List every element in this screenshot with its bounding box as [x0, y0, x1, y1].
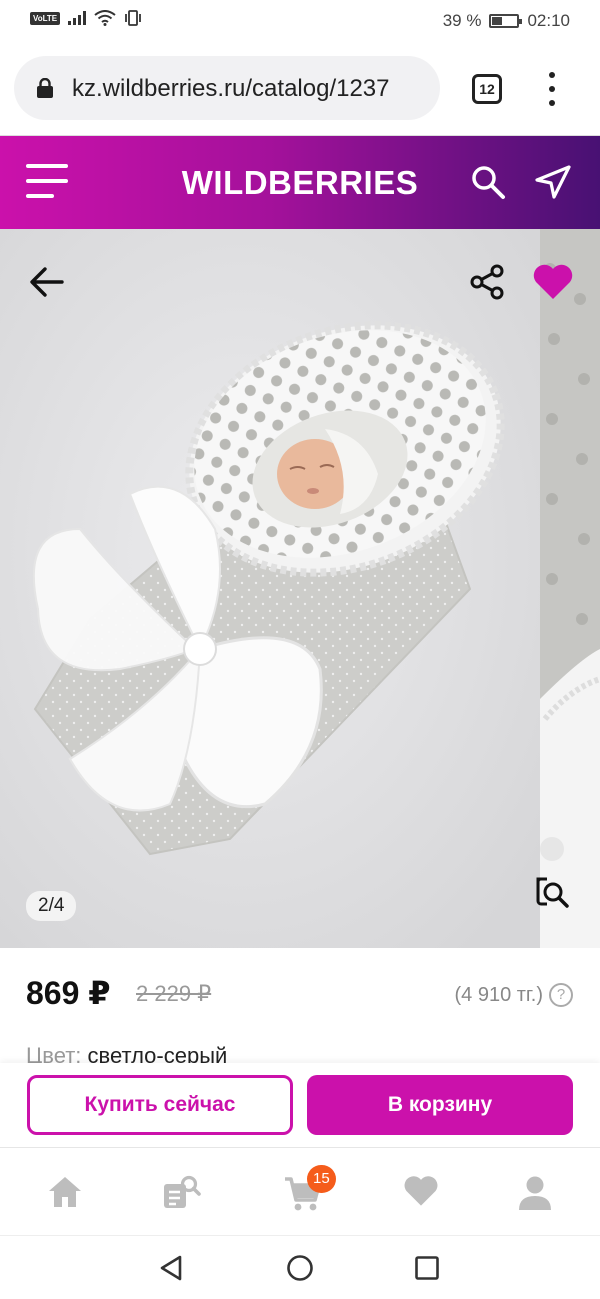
current-price: 869 ₽ — [26, 975, 111, 1011]
battery-level — [492, 17, 503, 25]
status-right: 39 % 02:10 — [443, 11, 570, 31]
site-header: WILDBERRIES — [0, 136, 600, 229]
home-icon[interactable] — [46, 1174, 84, 1210]
product-image-envelope — [0, 229, 540, 948]
next-photo-preview[interactable] — [540, 229, 600, 948]
product-gallery[interactable]: 2/4 — [0, 229, 600, 948]
volte-icon: VoLTE — [30, 11, 61, 25]
old-price: 2 229 ₽ — [136, 981, 212, 1006]
battery-percent: 39 % — [442, 11, 482, 30]
share-icon[interactable] — [468, 263, 506, 301]
url-text: kz.wildberries.ru/catalog/1237 — [72, 75, 390, 102]
status-left: VoLTE — [30, 10, 142, 26]
wifi-icon — [94, 10, 116, 26]
site-logo[interactable]: WILDBERRIES — [0, 164, 600, 202]
address-bar[interactable]: kz.wildberries.ru/catalog/1237 — [14, 56, 440, 120]
buy-now-button[interactable]: Купить сейчас — [27, 1075, 293, 1135]
photo-counter: 2/4 — [26, 891, 77, 921]
profile-icon[interactable] — [516, 1174, 554, 1212]
battery-icon — [489, 14, 523, 28]
arrow-left-icon[interactable] — [28, 263, 66, 301]
signal-icon — [68, 11, 87, 25]
product-photo[interactable] — [0, 229, 540, 948]
recents-square-icon[interactable] — [414, 1254, 440, 1282]
catalog-search-icon[interactable] — [160, 1174, 202, 1212]
price-block: 869 ₽ 2 229 ₽ (4 910 тг.) ? — [0, 948, 600, 1043]
cart-badge: 15 — [307, 1165, 336, 1193]
lock-icon — [37, 78, 53, 98]
back-triangle-icon[interactable] — [158, 1254, 184, 1282]
clock: 02:10 — [527, 11, 570, 30]
system-navigation — [0, 1235, 600, 1299]
zoom-search-icon[interactable] — [534, 875, 570, 911]
tabs-button[interactable]: 12 — [472, 74, 502, 104]
price-help-icon[interactable]: ? — [549, 983, 573, 1007]
home-circle-icon[interactable] — [286, 1254, 314, 1282]
bottom-navigation: 15 — [0, 1147, 600, 1235]
vibrate-icon — [125, 10, 142, 26]
search-icon[interactable] — [470, 164, 506, 200]
more-vert-icon[interactable] — [540, 72, 564, 106]
send-icon[interactable] — [534, 164, 572, 200]
heart-icon[interactable] — [532, 263, 574, 301]
purchase-bar: Купить сейчас В корзину — [0, 1063, 600, 1147]
browser-toolbar: kz.wildberries.ru/catalog/1237 12 — [0, 44, 600, 136]
tenge-price: (4 910 тг.) — [454, 984, 544, 1006]
status-bar: VoLTE 39 % 02:10 — [0, 0, 600, 44]
add-to-cart-button[interactable]: В корзину — [307, 1075, 573, 1135]
next-photo-image — [540, 229, 600, 948]
favorites-icon[interactable] — [403, 1174, 439, 1208]
